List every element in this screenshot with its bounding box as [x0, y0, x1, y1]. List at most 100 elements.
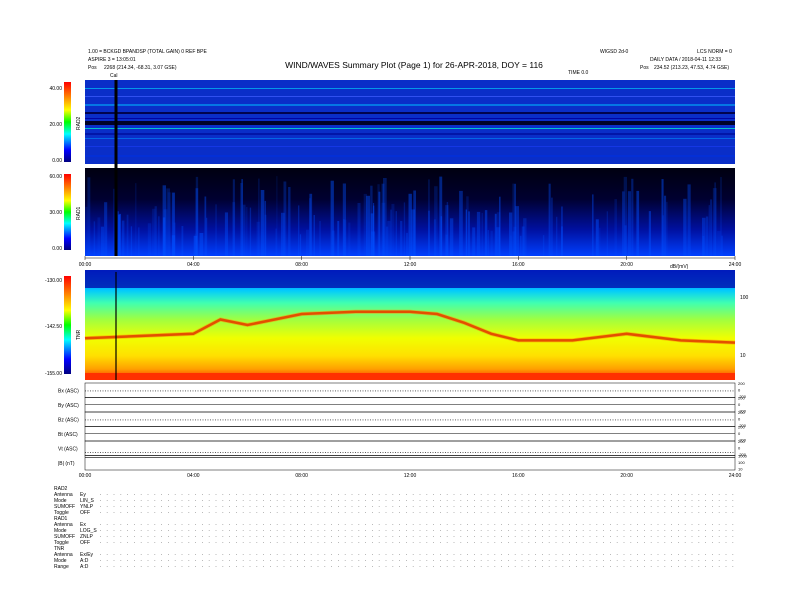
rad1-streak — [687, 184, 691, 256]
line-panel-right-tick: 0 — [738, 388, 741, 393]
bottom-time-tick-label: 24:00 — [729, 473, 742, 479]
rad1-streak — [373, 203, 375, 256]
rad1-streak — [288, 187, 291, 256]
header-right-line2: LCS NORM = 0 — [697, 49, 732, 55]
rad1-streak — [249, 207, 252, 256]
time-tick-label: 24:00 — [729, 262, 742, 268]
tnr-colorbar — [64, 276, 71, 374]
rad1-streak — [614, 199, 617, 256]
rad1-tick-bottom: 0.00 — [52, 246, 62, 252]
rad1-streak — [664, 195, 667, 256]
rad1-streak — [472, 227, 476, 256]
rad2-band — [85, 121, 735, 125]
rad1-streak — [466, 196, 469, 256]
rad1-streak — [162, 217, 166, 256]
rad1-streak — [224, 212, 228, 256]
rad1-streak — [337, 221, 340, 256]
rad2-band — [85, 146, 735, 147]
rad1-streak — [523, 218, 527, 256]
settings-key: Range — [54, 564, 69, 570]
rad1-streak — [126, 214, 129, 256]
rad1-streak — [232, 179, 235, 256]
rad1-streak — [406, 232, 408, 256]
rad1-streak — [595, 219, 599, 256]
cal-label: Cal — [110, 73, 118, 79]
rad1-streak — [343, 219, 347, 256]
line-panel-label: Bt (ASC) — [58, 432, 78, 438]
rad1-streak — [598, 227, 601, 256]
header-left-line1: 1.00 = BCKGD BPANDSP (TOTAL GAIN) 0 REF … — [88, 49, 207, 55]
rad1-streak — [100, 226, 104, 256]
rad1-streak — [167, 192, 172, 256]
rad1-streak — [306, 229, 310, 256]
rad2-band — [85, 118, 735, 119]
rad1-streak — [332, 230, 335, 256]
rad2-tick-top: 40.00 — [49, 86, 62, 92]
rad1-streak — [241, 179, 243, 256]
rad1-streak — [705, 216, 709, 256]
rad1-streak — [403, 202, 406, 256]
time-tick-label: 20:00 — [620, 262, 633, 268]
line-panel-right-tick: 0 — [738, 417, 741, 422]
rad1-streak — [400, 221, 403, 256]
header-sub-label: TIME 0.0 — [568, 70, 589, 76]
rad1-streak — [714, 182, 716, 256]
rad1-streak — [171, 235, 176, 256]
rad1-streak — [636, 190, 640, 256]
rad2-band — [85, 112, 735, 114]
line-panel-right-tick: 100 — [738, 460, 745, 465]
rad1-streak — [275, 228, 277, 256]
line-panel-frame — [84, 440, 736, 456]
line-panel-frame — [84, 411, 736, 427]
bottom-time-tick-label: 16:00 — [512, 473, 525, 479]
time-tick-label: 00:00 — [79, 262, 92, 268]
tnr-bottom-band — [85, 373, 735, 380]
rad1-panel: RAD1 60.00 30.00 0.00 — [49, 168, 735, 256]
magnetometer-panels: Bx (ASC)2000-200By (ASC)2000-200Bz (ASC)… — [58, 381, 748, 479]
tnr-right-tick-10: 10 — [740, 353, 746, 359]
rad1-streak — [121, 220, 125, 256]
rad1-streak — [309, 193, 313, 256]
time-tick-label: 16:00 — [512, 262, 525, 268]
rad1-streak — [487, 230, 489, 256]
rad1-streak — [623, 176, 627, 256]
rad1-streak — [215, 204, 217, 256]
rad1-streak — [542, 235, 545, 256]
rad1-streak — [357, 203, 361, 256]
time-tick-label: 08:00 — [295, 262, 308, 268]
header-right-pos-value: 234.52 (213.23, 47.53, 4.74 GSE) — [654, 65, 729, 71]
rad1-streak — [481, 212, 483, 256]
bottom-time-tick-label: 08:00 — [295, 473, 308, 479]
rad1-streak — [130, 226, 133, 256]
line-panel-label: Vt (ASC) — [58, 446, 78, 452]
settings-block: RAD2Antenna EyMode LIN_SSUMOFF YNLPToggle OF… — [54, 486, 735, 570]
rad1-streak — [246, 207, 248, 256]
header-left-pos-label: Pos — [88, 65, 97, 71]
line-panel-right-tick: 1000 — [738, 454, 748, 459]
rad1-streak — [428, 179, 430, 256]
header-right-line1: WIGSD 2d-0 — [600, 49, 629, 55]
settings-value: OFF — [80, 540, 90, 546]
rad2-band — [85, 96, 735, 97]
rad1-streak — [152, 208, 156, 256]
rad2-band — [85, 128, 735, 129]
rad2-band — [85, 133, 735, 135]
rad1-streak — [439, 176, 443, 256]
summary-plot: WIND/WAVES Summary Plot (Page 1) for 26-… — [45, 49, 749, 570]
rad1-streak — [512, 183, 515, 256]
line-panel-label: Bz (ASC) — [58, 417, 79, 423]
rad1-streak — [408, 193, 412, 256]
line-panel-right-tick: 200 — [738, 439, 745, 444]
rad1-colorbar — [64, 174, 71, 250]
rad1-streak — [445, 205, 449, 256]
rad1-streak — [242, 204, 246, 256]
rad1-streak — [592, 194, 594, 256]
rad1-streak — [260, 190, 265, 256]
line-panel-right-tick: 200 — [738, 425, 745, 430]
rad1-label: RAD1 — [76, 206, 82, 220]
rad1-streak — [702, 235, 705, 256]
rad1-streak — [258, 178, 260, 256]
rad1-streak — [158, 216, 160, 256]
tnr-right-tick-100: 100 — [740, 295, 749, 301]
settings-value: OFF — [80, 510, 90, 516]
